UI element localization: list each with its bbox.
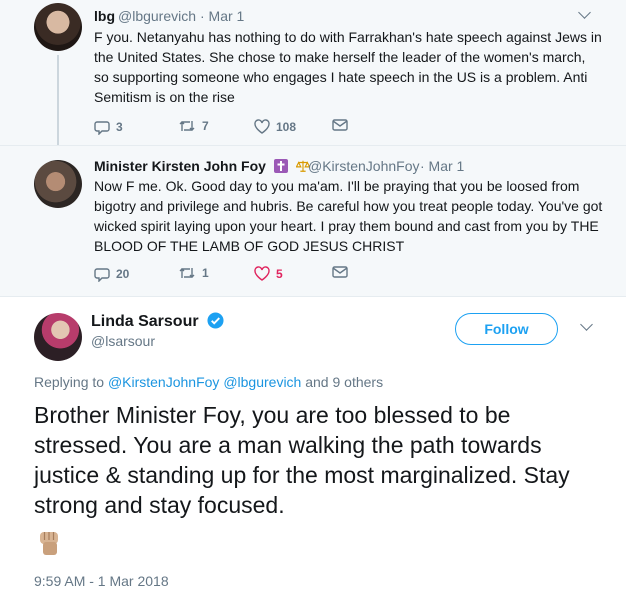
avatar[interactable] (34, 160, 82, 208)
like-button[interactable]: 5 (254, 266, 283, 281)
like-count: 108 (276, 119, 297, 134)
reply-icon (94, 268, 110, 282)
retweet-icon (179, 268, 195, 278)
divider (0, 296, 626, 297)
tweet-text: Now F me. Ok. Good day to you ma'am. I'l… (94, 178, 603, 254)
tweet-text: Brother Minister Foy, you are too blesse… (34, 402, 570, 518)
author-name[interactable]: Minister Kirsten John Foy (94, 158, 310, 174)
retweet-button[interactable]: 7 (178, 119, 209, 133)
avatar[interactable] (34, 313, 82, 361)
follow-button[interactable]: Follow (455, 313, 558, 345)
replying-prefix: Replying to (34, 374, 105, 390)
tweet-text: F you. Netanyahu has nothing to do with … (94, 29, 602, 105)
heart-icon (254, 266, 270, 281)
author-handle[interactable]: @KirstenJohnFoy (308, 158, 419, 174)
retweet-count: 1 (202, 266, 209, 280)
dm-button[interactable] (332, 119, 348, 131)
mention-link[interactable]: @KirstenJohnFoy (108, 374, 219, 390)
author-name[interactable]: Linda Sarsour (91, 312, 224, 331)
raised-fist-emoji-icon (40, 532, 58, 555)
tweet-date[interactable]: · Mar 1 (200, 8, 244, 24)
tweet-actions: 20 1 5 (94, 266, 394, 286)
tweet-body: Brother Minister Foy, you are too blesse… (34, 400, 604, 556)
reply-icon (94, 121, 110, 135)
cross-emoji-icon (273, 159, 288, 173)
thread-connector (57, 55, 59, 145)
like-button[interactable]: 108 (254, 119, 296, 134)
author-handle[interactable]: @lsarsour (91, 333, 155, 349)
author-name-text: Linda Sarsour (91, 313, 199, 330)
mention-link[interactable]: @lbgurevich (223, 374, 301, 390)
dm-button[interactable] (332, 266, 348, 278)
verified-badge-icon (207, 312, 224, 329)
heart-icon (254, 119, 270, 134)
chevron-down-icon[interactable] (580, 318, 593, 331)
like-count: 5 (276, 266, 283, 281)
reply-count: 20 (116, 267, 130, 281)
envelope-icon (332, 119, 348, 131)
divider (0, 145, 626, 146)
replying-suffix[interactable]: and 9 others (305, 374, 383, 390)
reply-button[interactable]: 3 (94, 119, 123, 135)
reply-count: 3 (116, 120, 123, 134)
tweet-actions: 3 7 108 (94, 119, 394, 139)
retweet-icon (179, 121, 195, 131)
author-name[interactable]: lbg (94, 8, 115, 24)
tweet-date[interactable]: · Mar 1 (420, 158, 464, 174)
reply-button[interactable]: 20 (94, 266, 129, 282)
author-name-text: Minister Kirsten John Foy (94, 158, 266, 174)
author-handle[interactable]: @lbgurevich (118, 8, 196, 24)
tweet-timestamp[interactable]: 9:59 AM - 1 Mar 2018 (34, 573, 169, 589)
replying-to: Replying to @KirstenJohnFoy @lbgurevich … (34, 374, 383, 390)
envelope-icon (332, 266, 348, 278)
retweet-count: 7 (202, 119, 209, 133)
retweet-button[interactable]: 1 (178, 266, 209, 280)
avatar[interactable] (34, 3, 82, 51)
